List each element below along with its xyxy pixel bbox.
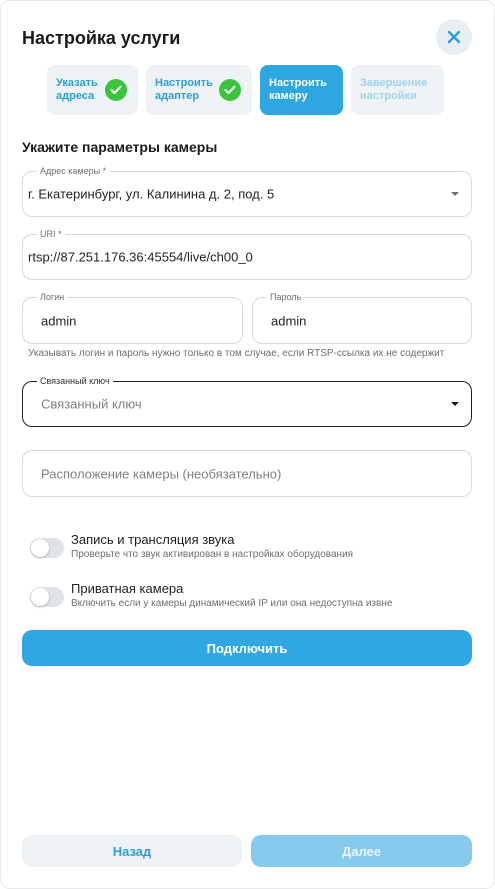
toggle-knob xyxy=(31,588,49,606)
service-setup-modal: Настройка услуги Указать адреса Настроит… xyxy=(0,0,495,889)
field-placeholder: Связанный ключ xyxy=(41,396,142,412)
field-label: Логин xyxy=(37,291,68,303)
field-label: URI * xyxy=(37,228,65,240)
check-icon xyxy=(219,79,241,101)
field-value: rtsp://87.251.176.36:45554/live/ch00_0 xyxy=(28,249,253,265)
field-placeholder: Расположение камеры (необязательно) xyxy=(41,466,282,481)
stepper: Указать адреса Настроить адаптер Настрои… xyxy=(47,65,444,115)
audio-toggle[interactable] xyxy=(30,538,64,558)
check-icon xyxy=(105,79,127,101)
field-value: г. Екатеринбург, ул. Калинина д. 2, под.… xyxy=(28,186,275,202)
field-label: Адрес камеры * xyxy=(37,165,110,177)
uri-field[interactable]: URI * rtsp://87.251.176.36:45554/live/ch… xyxy=(22,228,472,280)
step-finish[interactable]: Завершение настройки xyxy=(351,65,444,115)
camera-location-field[interactable]: Расположение камеры (необязательно) xyxy=(22,450,472,497)
camera-address-select[interactable]: Адрес камеры * г. Екатеринбург, ул. Кали… xyxy=(22,165,472,217)
toggle-title: Запись и трансляция звука xyxy=(71,532,235,547)
toggle-title: Приватная камера xyxy=(71,581,184,596)
chevron-down-icon xyxy=(451,402,459,406)
login-field[interactable]: Логин admin xyxy=(22,291,243,344)
field-label: Связанный ключ xyxy=(37,375,113,387)
connect-button[interactable]: Подключить xyxy=(22,630,472,666)
back-button[interactable]: Назад xyxy=(22,835,242,867)
modal-title: Настройка услуги xyxy=(22,28,181,48)
toggle-subtitle: Проверьте что звук активирован в настрой… xyxy=(71,549,354,560)
chevron-down-icon xyxy=(451,192,459,196)
step-camera[interactable]: Настроить камеру xyxy=(260,65,343,115)
toggle-knob xyxy=(31,539,49,557)
field-value: admin xyxy=(271,313,307,328)
password-field[interactable]: Пароль admin xyxy=(252,291,472,344)
close-button[interactable] xyxy=(436,19,472,55)
close-icon xyxy=(447,30,461,44)
step-label: Настроить адаптер xyxy=(155,77,213,102)
toggle-subtitle: Включить если у камеры динамический IP и… xyxy=(71,598,393,609)
step-addresses[interactable]: Указать адреса xyxy=(47,65,138,115)
next-button[interactable]: Далее xyxy=(251,835,472,867)
field-value: admin xyxy=(41,313,77,328)
section-title: Укажите параметры камеры xyxy=(22,139,218,155)
private-camera-toggle[interactable] xyxy=(30,587,64,607)
step-label: Настроить камеру xyxy=(269,77,327,102)
field-label: Пароль xyxy=(267,291,305,303)
linked-key-select[interactable]: Связанный ключ Связанный ключ xyxy=(22,375,472,427)
login-hint: Указывать логин и пароль нужно только в … xyxy=(28,348,445,359)
step-label: Завершение настройки xyxy=(360,77,428,102)
step-adapter[interactable]: Настроить адаптер xyxy=(146,65,252,115)
